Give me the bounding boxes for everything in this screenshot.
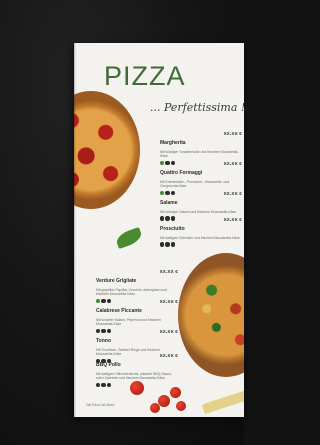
menu-card: PIZZA ... Perfettissima ! Margherita XX.…: [74, 43, 244, 417]
vegetable-pizza-image: [178, 253, 244, 377]
menu-edge-shadow: [74, 43, 76, 417]
menu-item-description: Mit saftigem Hähnchenbrust, pikanter BBQ…: [96, 372, 172, 381]
menu-item-description: Mit würziger Tomatensoße und frischem Mo…: [160, 150, 239, 159]
menu-item: Quattro Formaggi XX.XX € Mit Emmentaler-…: [160, 161, 242, 195]
menu-item-name: BBQ Pollo: [96, 362, 121, 368]
menu-item-description: Mit Emmentaler-, Provolone-, Mozzarella-…: [160, 180, 230, 189]
menu-item: Prosciutto XX.XX € Mit saftigem Schinken…: [160, 217, 242, 247]
menu-item-description: Mit gegrillter Paprika, Zucchini, Auberg…: [96, 288, 168, 297]
menu-item: BBQ Pollo XX.XX € Mit saftigem Hähnchenb…: [96, 353, 178, 387]
cherry-tomato-image: [170, 387, 181, 398]
menu-item-price: XX.XX €: [159, 329, 178, 334]
menu-item-price: XX.XX €: [223, 217, 242, 222]
cherry-tomato-image: [150, 403, 160, 413]
menu-item-name: Tonno: [96, 338, 111, 344]
allergen-icon: [106, 382, 111, 387]
menu-item-name: Margherita: [160, 140, 186, 146]
menu-item-price: XX.XX €: [223, 161, 242, 166]
menu-title: PIZZA: [104, 61, 186, 91]
menu-item-price: XX.XX €: [223, 191, 242, 196]
menu-footer-note: Vali Pizza Vali Marlo: [86, 403, 115, 407]
pepperoni-pizza-image: [74, 91, 140, 209]
menu-item: Margherita XX.XX € Mit würziger Tomatens…: [160, 131, 242, 165]
menu-item-description: Mit saftigem Schinken und frischem Mozza…: [160, 236, 240, 240]
allergen-icon: [165, 242, 170, 247]
allergen-icon: [101, 382, 106, 387]
menu-item-name: Quattro Formaggi: [160, 170, 203, 176]
menu-item: Calabrese Piccante XX.XX € Mit scharfer …: [96, 299, 178, 333]
allergen-icon: [96, 382, 101, 387]
allergen-icon: [160, 242, 165, 247]
cherry-tomato-image: [176, 401, 186, 411]
menu-item-description: Mit würziger Salami und frischem Mozzare…: [160, 210, 237, 214]
menu-item-price: XX.XX €: [159, 299, 178, 304]
wooden-board-image: [201, 389, 244, 415]
menu-item: Verdure Grigliate XX.XX € Mit gegrillter…: [96, 269, 178, 303]
menu-item-name: Calabrese Piccante: [96, 308, 142, 314]
menu-subtitle: ... Perfettissima !: [150, 101, 244, 114]
menu-item-description: Mit scharfer Salami, Peperoni und frisch…: [96, 318, 161, 327]
diet-tags: [96, 382, 178, 387]
basil-leaf-image: [114, 226, 144, 250]
menu-item-price: XX.XX €: [159, 353, 178, 358]
menu-item-price: XX.XX €: [159, 269, 178, 274]
allergen-icon: [170, 242, 175, 247]
menu-item-name: Salame: [160, 200, 178, 206]
menu-item-name: Prosciutto: [160, 226, 185, 232]
menu-item-name: Verdure Grigliate: [96, 278, 137, 284]
menu-item-price: XX.XX €: [223, 131, 242, 136]
cherry-tomato-image: [158, 395, 170, 407]
diet-tags: [160, 242, 242, 247]
